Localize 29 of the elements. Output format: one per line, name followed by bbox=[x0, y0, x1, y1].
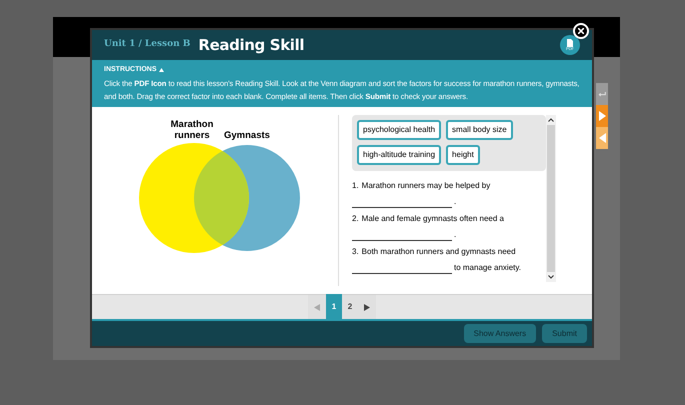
scrollbar[interactable] bbox=[546, 114, 556, 282]
right-triangle-icon bbox=[364, 304, 370, 310]
factor-chip[interactable]: psychological health bbox=[357, 120, 442, 140]
item-text: Both marathon runners and gymnasts need bbox=[362, 246, 516, 258]
item-number: 2. bbox=[352, 212, 359, 224]
left-triangle-icon bbox=[314, 304, 320, 310]
scroll-down-icon[interactable] bbox=[548, 274, 554, 278]
page-tab[interactable]: 2 bbox=[342, 295, 358, 319]
item-number: 1. bbox=[352, 180, 359, 192]
factor-chip[interactable]: small body size bbox=[446, 120, 513, 140]
document-icon bbox=[566, 39, 574, 47]
window-title: Reading Skill bbox=[198, 34, 304, 56]
item-text: Marathon runners may be helped by bbox=[362, 180, 490, 192]
item-text: Male and female gymnasts often need a bbox=[362, 212, 504, 224]
lesson-label: Unit 1 / Lesson B bbox=[104, 38, 190, 52]
circle-label: Gymnasts bbox=[224, 128, 270, 142]
play-icon bbox=[598, 111, 606, 121]
back-arrow-icon bbox=[598, 133, 606, 143]
factor-chip[interactable]: height bbox=[446, 144, 480, 164]
scroll-up-icon[interactable] bbox=[548, 118, 554, 122]
return-arrow-icon bbox=[598, 91, 606, 97]
item-text: . bbox=[454, 196, 456, 208]
circle-label: Marathon runners bbox=[170, 118, 214, 140]
item-text: to manage anxiety. bbox=[454, 262, 522, 274]
item-text: . bbox=[454, 228, 456, 240]
factor-chip[interactable]: high-altitude training bbox=[357, 144, 442, 164]
caret-icon[interactable] bbox=[158, 68, 164, 72]
item-number: 3. bbox=[352, 246, 359, 258]
next-page-button[interactable] bbox=[358, 295, 376, 319]
